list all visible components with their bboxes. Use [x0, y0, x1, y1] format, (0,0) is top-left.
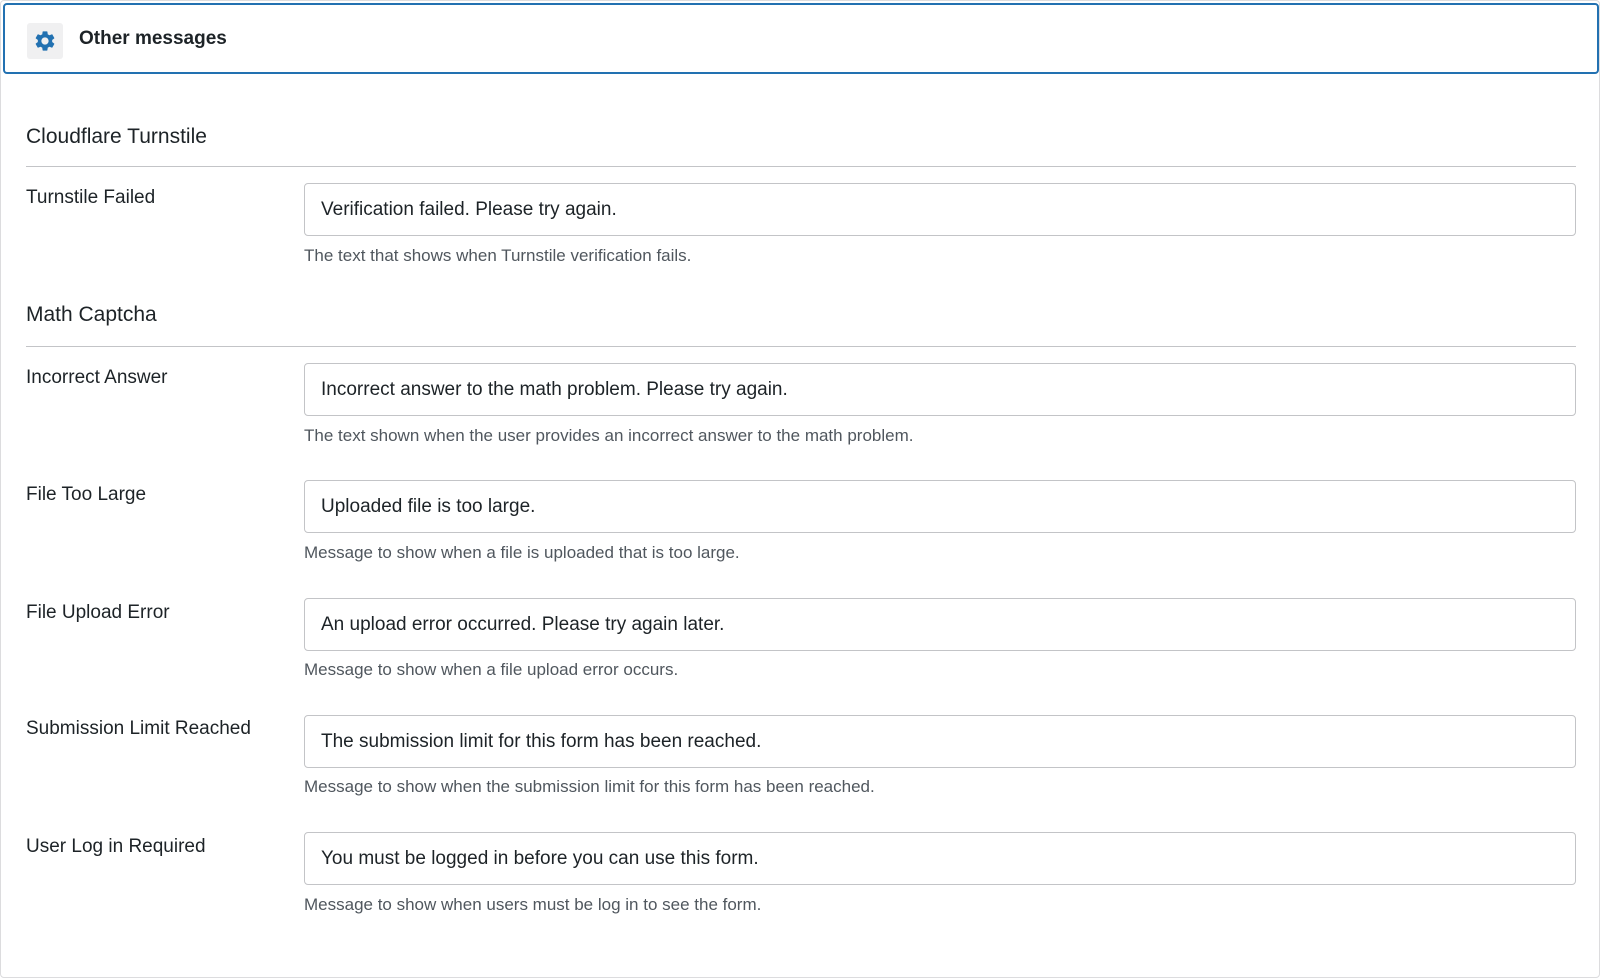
incorrect-answer-input[interactable]	[304, 363, 1576, 416]
user-log-in-required-input[interactable]	[304, 832, 1576, 885]
file-too-large-input[interactable]	[304, 480, 1576, 533]
panel-title: Other messages	[79, 28, 227, 49]
file-upload-error-input[interactable]	[304, 598, 1576, 651]
field-description-incorrect-answer: The text shown when the user provides an…	[304, 426, 914, 445]
gear-icon	[27, 23, 63, 59]
section-heading-cloudflare-turnstile: Cloudflare Turnstile	[26, 125, 207, 148]
field-description-turnstile-failed: The text that shows when Turnstile verif…	[304, 246, 692, 265]
field-label-submission-limit-reached: Submission Limit Reached	[26, 718, 251, 739]
field-description-file-upload-error: Message to show when a file upload error…	[304, 660, 679, 679]
field-label-user-log-in-required: User Log in Required	[26, 836, 206, 857]
other-messages-panel: Other messages Cloudflare Turnstile Turn…	[0, 0, 1600, 978]
section-divider	[26, 166, 1576, 167]
field-label-incorrect-answer: Incorrect Answer	[26, 367, 168, 388]
field-label-file-upload-error: File Upload Error	[26, 602, 170, 623]
field-description-user-log-in-required: Message to show when users must be log i…	[304, 895, 762, 914]
section-divider	[26, 346, 1576, 347]
panel-header[interactable]: Other messages	[3, 3, 1599, 74]
field-label-file-too-large: File Too Large	[26, 484, 147, 505]
field-description-submission-limit-reached: Message to show when the submission limi…	[304, 777, 875, 796]
submission-limit-reached-input[interactable]	[304, 715, 1576, 768]
section-heading-math-captcha: Math Captcha	[26, 303, 157, 326]
field-label-turnstile-failed: Turnstile Failed	[26, 187, 156, 208]
turnstile-failed-input[interactable]	[304, 183, 1576, 236]
field-description-file-too-large: Message to show when a file is uploaded …	[304, 543, 740, 562]
